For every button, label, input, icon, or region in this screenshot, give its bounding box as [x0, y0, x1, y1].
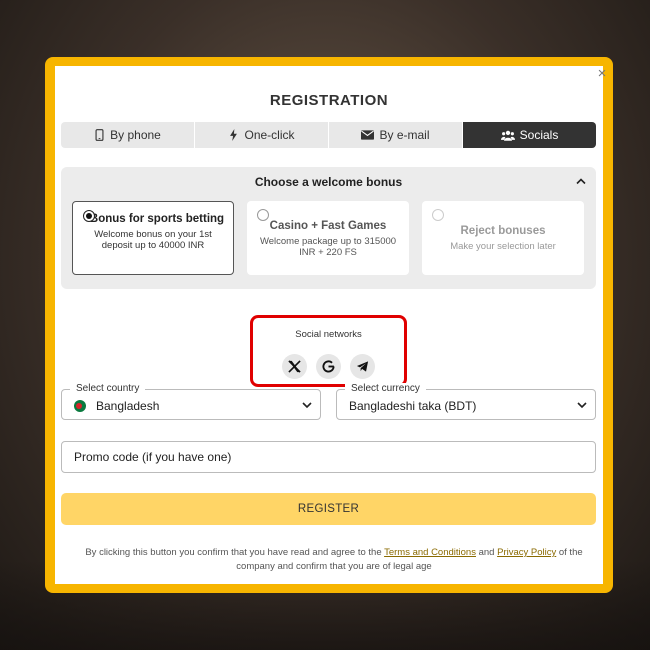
privacy-policy-link[interactable]: Privacy Policy — [497, 547, 556, 558]
terms-notice: By clicking this button you confirm that… — [75, 546, 593, 574]
lightning-icon — [230, 129, 238, 141]
social-networks-label: Social networks — [295, 329, 362, 340]
radio-button[interactable] — [83, 210, 95, 222]
chevron-down-icon — [302, 402, 312, 409]
currency-legend: Select currency — [345, 383, 426, 395]
tab-label: Socials — [519, 128, 559, 142]
close-button[interactable]: × — [595, 66, 609, 81]
currency-select[interactable]: Select currency Bangladeshi taka (BDT) — [336, 383, 596, 420]
google-login-button[interactable] — [316, 354, 341, 379]
welcome-bonus-panel: Choose a welcome bonus Bonus for sports … — [61, 167, 596, 289]
bonus-option-title: Reject bonuses — [460, 225, 546, 237]
bonus-option-sports[interactable]: Bonus for sports betting Welcome bonus o… — [72, 201, 234, 275]
tab-by-phone[interactable]: By phone — [61, 122, 195, 148]
radio-button[interactable] — [257, 209, 269, 221]
tab-by-email[interactable]: By e-mail — [329, 122, 463, 148]
bonus-option-desc: Make your selection later — [450, 241, 556, 252]
tab-label: By phone — [110, 128, 161, 142]
modal-title: REGISTRATION — [269, 92, 389, 109]
country-select[interactable]: Select country Bangladesh — [61, 383, 321, 420]
telegram-icon — [356, 361, 369, 372]
promo-code-input[interactable] — [62, 442, 595, 472]
terms-prefix: By clicking this button you confirm that… — [85, 547, 382, 558]
radio-button[interactable] — [432, 209, 444, 221]
envelope-icon — [361, 130, 375, 140]
register-button[interactable]: REGISTER — [61, 493, 596, 525]
registration-modal: × REGISTRATION By phone One-click By e-m… — [55, 66, 606, 584]
terms-and: and — [478, 547, 495, 558]
x-icon — [288, 360, 301, 373]
telegram-login-button[interactable] — [350, 354, 375, 379]
x-login-button[interactable] — [282, 354, 307, 379]
bonus-option-desc: Welcome package up to 315000 INR + 220 F… — [259, 236, 397, 258]
google-icon — [322, 360, 335, 373]
social-networks-box: Social networks — [250, 315, 407, 387]
country-value: Bangladesh — [96, 399, 160, 413]
bonus-option-desc: Welcome bonus on your 1st deposit up to … — [94, 229, 212, 251]
bonus-option-title: Casino + Fast Games — [269, 220, 387, 232]
terms-link[interactable]: Terms and Conditions — [384, 547, 476, 558]
tab-label: By e-mail — [379, 128, 430, 142]
registration-modal-frame: × REGISTRATION By phone One-click By e-m… — [45, 57, 613, 593]
chevron-down-icon — [577, 402, 587, 409]
bonus-option-title: Bonus for sports betting — [89, 213, 225, 225]
tab-one-click[interactable]: One-click — [195, 122, 329, 148]
chevron-up-icon[interactable] — [576, 177, 586, 185]
registration-tabs: By phone One-click By e-mail Socials — [61, 122, 596, 148]
promo-code-field[interactable] — [61, 441, 596, 473]
social-icons-row — [253, 354, 404, 379]
bangladesh-flag-icon — [74, 400, 86, 412]
phone-icon — [95, 129, 104, 141]
bonus-option-casino[interactable]: Casino + Fast Games Welcome package up t… — [247, 201, 409, 275]
bonus-option-reject[interactable]: Reject bonuses Make your selection later — [422, 201, 584, 275]
tab-label: One-click — [244, 128, 295, 142]
country-legend: Select country — [70, 383, 146, 395]
bonus-heading: Choose a welcome bonus — [254, 175, 403, 189]
users-icon — [500, 130, 515, 141]
tab-socials[interactable]: Socials — [463, 122, 596, 148]
currency-value: Bangladeshi taka (BDT) — [349, 399, 477, 413]
